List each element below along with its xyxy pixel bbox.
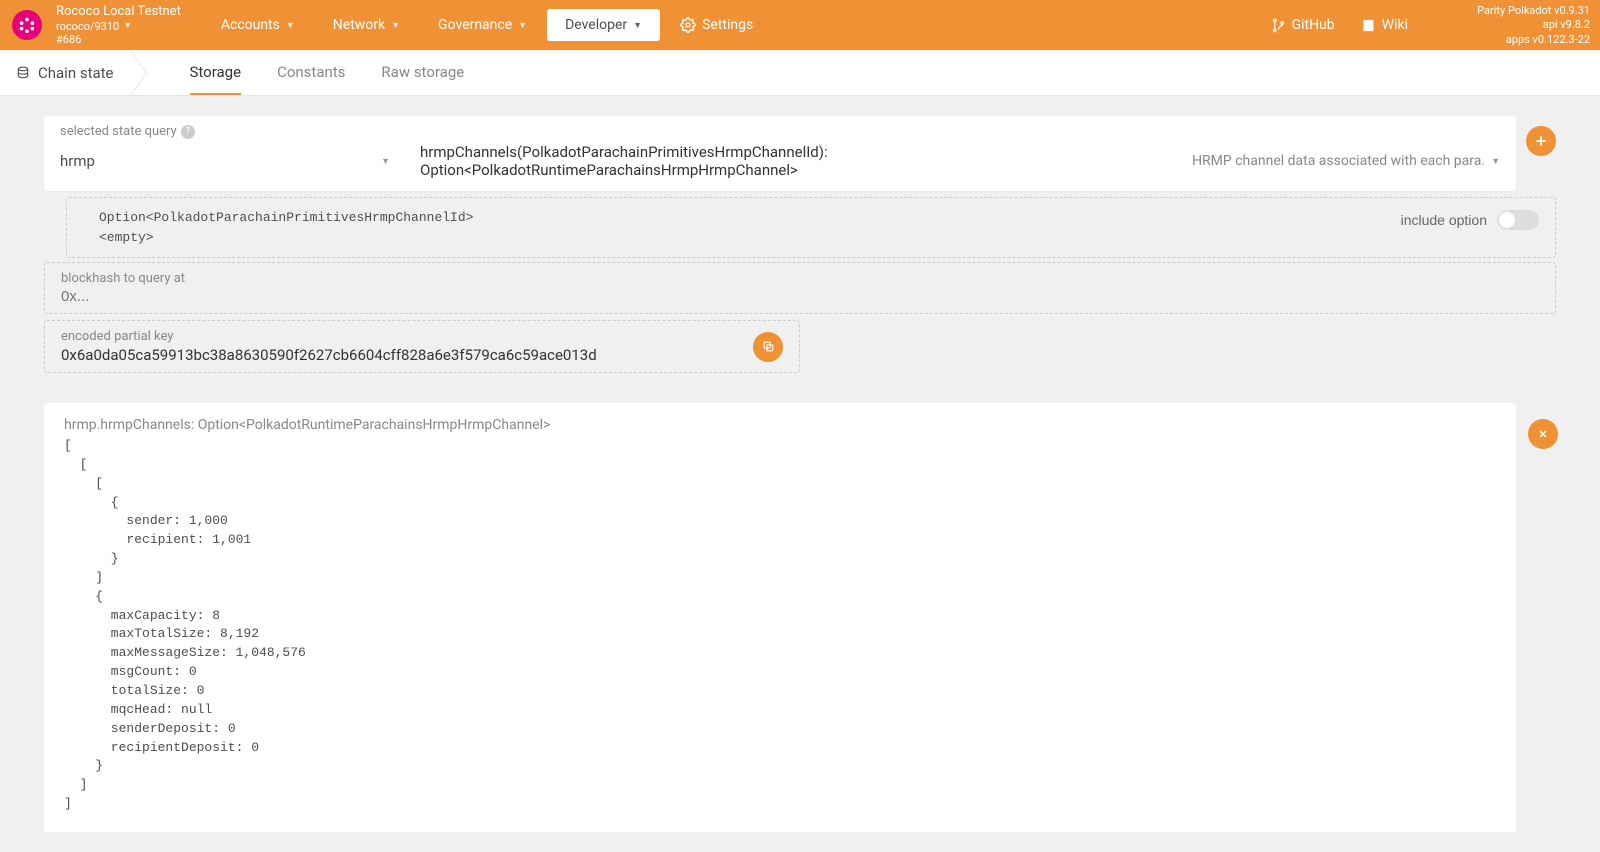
blockhash-label: blockhash to query at (61, 271, 1539, 286)
result-title: hrmp.hrmpChannels: Option<PolkadotRuntim… (64, 417, 1496, 433)
result-body: [ [ [ { sender: 1,000 recipient: 1,001 }… (64, 437, 1496, 814)
nav-network[interactable]: Network▼ (315, 11, 418, 39)
chevron-down-icon: ▼ (381, 156, 390, 167)
partial-key-value: 0x6a0da05ca59913bc38a8630590f2627cb6604c… (61, 346, 743, 364)
link-github[interactable]: GitHub (1271, 17, 1335, 33)
content: selected state query ? hrmp ▼ hrmpChanne… (0, 96, 1600, 852)
breadcrumb: Chain state (0, 50, 130, 95)
query-label: selected state query ? (60, 124, 1500, 139)
nav-developer[interactable]: Developer▼ (547, 9, 660, 41)
tab-storage[interactable]: Storage (190, 51, 242, 95)
include-option-toggle[interactable] (1497, 210, 1539, 230)
link-wiki[interactable]: Wiki (1361, 17, 1408, 33)
include-option-label: include option (1401, 212, 1487, 228)
blockhash-input[interactable] (61, 288, 1539, 305)
close-icon (1537, 428, 1549, 440)
git-branch-icon (1271, 18, 1286, 33)
method-dropdown[interactable]: hrmpChannels(PolkadotParachainPrimitives… (420, 143, 1162, 179)
nav-accounts[interactable]: Accounts▼ (203, 11, 313, 39)
nav-settings[interactable]: Settings (662, 11, 771, 39)
add-query-button[interactable] (1526, 126, 1556, 156)
chain-block: #686 (56, 33, 181, 46)
chain-spec: rococo/9310 (56, 20, 119, 33)
partial-key-label: encoded partial key (61, 329, 743, 344)
chevron-down-icon: ▼ (633, 20, 642, 31)
logo[interactable] (12, 10, 42, 40)
param-value: <empty> (99, 228, 1537, 248)
param-type: Option<PolkadotParachainPrimitivesHrmpCh… (99, 208, 1537, 228)
result-card: hrmp.hrmpChannels: Option<PolkadotRuntim… (44, 403, 1516, 832)
top-nav: Accounts▼ Network▼ Governance▼ Developer… (203, 9, 771, 41)
chevron-down-icon: ▼ (1491, 156, 1500, 167)
breadcrumb-label: Chain state (38, 64, 114, 82)
help-icon[interactable]: ? (181, 125, 195, 139)
partial-key-box: encoded partial key 0x6a0da05ca59913bc38… (44, 320, 800, 373)
chevron-down-icon: ▼ (518, 20, 527, 31)
chevron-down-icon: ▼ (123, 21, 132, 32)
book-icon (1361, 18, 1376, 33)
chain-name: Rococo Local Testnet (56, 4, 181, 20)
copy-key-button[interactable] (753, 332, 783, 362)
param-box: Option<PolkadotParachainPrimitivesHrmpCh… (66, 197, 1556, 258)
nav-governance[interactable]: Governance▼ (420, 11, 545, 39)
module-dropdown[interactable]: hrmp ▼ (60, 152, 390, 170)
chevron-down-icon: ▼ (391, 20, 400, 31)
query-card: selected state query ? hrmp ▼ hrmpChanne… (44, 116, 1516, 191)
version-info: Parity Polkadot v0.9.31 api v9.8.2 apps … (1477, 4, 1590, 47)
sub-bar: Chain state Storage Constants Raw storag… (0, 50, 1600, 96)
doc-dropdown[interactable]: HRMP channel data associated with each p… (1192, 153, 1500, 169)
copy-icon (762, 340, 775, 353)
close-result-button[interactable] (1528, 419, 1558, 449)
top-bar: Rococo Local Testnet rococo/9310 ▼ #686 … (0, 0, 1600, 50)
chevron-down-icon: ▼ (286, 20, 295, 31)
polkadot-logo-icon (18, 16, 36, 34)
gear-icon (680, 17, 696, 33)
chain-selector[interactable]: Rococo Local Testnet rococo/9310 ▼ #686 (56, 4, 181, 46)
plus-icon (1534, 134, 1548, 148)
tab-raw-storage[interactable]: Raw storage (381, 51, 464, 95)
tab-constants[interactable]: Constants (277, 51, 345, 95)
database-icon (16, 66, 30, 80)
blockhash-box: blockhash to query at (44, 262, 1556, 314)
